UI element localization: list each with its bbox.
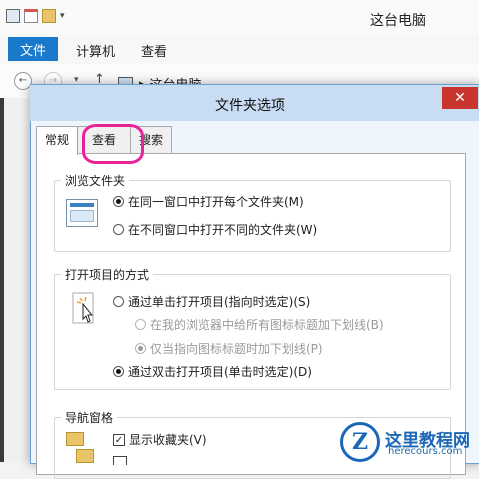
properties-icon[interactable] xyxy=(24,9,38,23)
ribbon-tab-computer[interactable]: 计算机 xyxy=(76,41,115,60)
desktop-edge xyxy=(0,98,4,462)
radio-label: 仅当指向图标标题时加下划线(P) xyxy=(150,342,323,356)
checkbox-label: 显示收藏夹(V) xyxy=(129,433,207,447)
new-folder-icon[interactable] xyxy=(42,9,56,23)
radio-label: 通过单击打开项目(指向时选定)(S) xyxy=(128,295,311,309)
tab-highlight-annotation xyxy=(82,124,144,164)
radio-double-click[interactable]: 通过双击打开项目(单击时选定)(D) xyxy=(113,363,312,380)
tab-general[interactable]: 常规 xyxy=(36,126,79,155)
group-title: 浏览文件夹 xyxy=(61,172,130,189)
radio-indicator[interactable] xyxy=(113,196,124,207)
radio-indicator[interactable] xyxy=(135,319,146,330)
qat-dropdown-icon[interactable]: ▾ xyxy=(60,11,65,21)
watermark-url: herecours.com xyxy=(388,446,463,457)
watermark-logo: Z xyxy=(340,422,380,462)
radio-indicator[interactable] xyxy=(135,343,146,354)
group-browse-folders: 浏览文件夹 xyxy=(54,172,451,252)
checkbox-show-favorites[interactable]: ✓ 显示收藏夹(V) xyxy=(113,431,207,448)
ribbon-tab-file[interactable]: 文件 xyxy=(8,37,58,61)
dialog-title: 文件夹选项 xyxy=(215,98,285,114)
radio-underline-all[interactable]: 在我的浏览器中给所有图标标题加下划线(B) xyxy=(135,316,384,333)
radio-same-window[interactable]: 在同一窗口中打开每个文件夹(M) xyxy=(113,193,304,210)
navigation-pane-icon xyxy=(66,428,94,463)
checkbox-indicator[interactable]: ✓ xyxy=(113,433,125,446)
radio-underline-hover[interactable]: 仅当指向图标标题时加下划线(P) xyxy=(135,340,323,357)
radio-new-window[interactable]: 在不同窗口中打开不同的文件夹(W) xyxy=(113,221,317,238)
radio-label: 在同一窗口中打开每个文件夹(M) xyxy=(128,195,304,209)
radio-label: 在我的浏览器中给所有图标标题加下划线(B) xyxy=(150,318,384,332)
radio-single-click[interactable]: 通过单击打开项目(指向时选定)(S) xyxy=(113,293,310,310)
radio-label: 通过双击打开项目(单击时选定)(D) xyxy=(128,365,312,379)
group-title: 打开项目的方式 xyxy=(61,266,154,283)
ribbon xyxy=(0,34,479,65)
click-cursor-icon xyxy=(72,292,96,326)
close-button[interactable]: ✕ xyxy=(442,87,478,109)
checkbox-partially-visible[interactable] xyxy=(113,456,127,465)
explorer-nav-pane xyxy=(0,98,30,462)
computer-icon[interactable] xyxy=(6,9,20,23)
browse-folder-icon xyxy=(66,199,98,227)
radio-label: 在不同窗口中打开不同的文件夹(W) xyxy=(128,223,318,237)
radio-indicator[interactable] xyxy=(113,366,124,377)
group-title: 导航窗格 xyxy=(61,409,118,426)
radio-indicator[interactable] xyxy=(113,224,124,235)
radio-indicator[interactable] xyxy=(113,296,124,307)
quick-access-toolbar: ▾ xyxy=(6,9,65,23)
ribbon-tab-view[interactable]: 查看 xyxy=(141,41,167,60)
window-title: 这台电脑 xyxy=(370,13,426,29)
